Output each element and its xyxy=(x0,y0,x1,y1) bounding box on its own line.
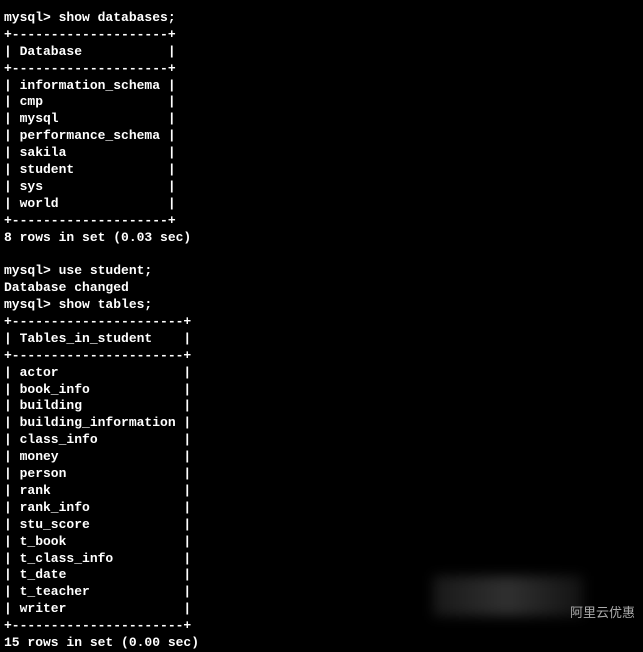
command-text: show tables; xyxy=(51,297,152,312)
mysql-prompt: mysql> xyxy=(4,10,51,25)
mysql-prompt: mysql> xyxy=(4,297,51,312)
table-row: | actor | xyxy=(4,365,639,382)
blank-line xyxy=(4,246,639,263)
terminal-output: mysql> show databases; +----------------… xyxy=(4,10,639,652)
table-row: | t_book | xyxy=(4,534,639,551)
table-border: +--------------------+ xyxy=(4,213,639,230)
table-border: +----------------------+ xyxy=(4,348,639,365)
table-header: | Database | xyxy=(4,44,639,61)
table-row: | money | xyxy=(4,449,639,466)
table-header: | Tables_in_student | xyxy=(4,331,639,348)
table-row: | rank | xyxy=(4,483,639,500)
table-row: | student | xyxy=(4,162,639,179)
table-row: | mysql | xyxy=(4,111,639,128)
table-row: | rank_info | xyxy=(4,500,639,517)
table-row: | cmp | xyxy=(4,94,639,111)
table-row: | building | xyxy=(4,398,639,415)
table-row: | sakila | xyxy=(4,145,639,162)
table-border: +--------------------+ xyxy=(4,61,639,78)
table-row: | book_info | xyxy=(4,382,639,399)
command-line-3: mysql> show tables; xyxy=(4,297,639,314)
table-row: | t_class_info | xyxy=(4,551,639,568)
table-row: | information_schema | xyxy=(4,78,639,95)
watermark-blur xyxy=(433,576,583,616)
watermark-text: 阿里云优惠 xyxy=(570,605,635,622)
mysql-prompt: mysql> xyxy=(4,263,51,278)
table-row: | person | xyxy=(4,466,639,483)
result-footer: 8 rows in set (0.03 sec) xyxy=(4,230,639,247)
table-border: +--------------------+ xyxy=(4,27,639,44)
command-line-1: mysql> show databases; xyxy=(4,10,639,27)
table-row: | world | xyxy=(4,196,639,213)
table-border: +----------------------+ xyxy=(4,618,639,635)
command-line-2: mysql> use student; xyxy=(4,263,639,280)
command-text: use student; xyxy=(51,263,152,278)
result-message: Database changed xyxy=(4,280,639,297)
table-row: | building_information | xyxy=(4,415,639,432)
table-border: +----------------------+ xyxy=(4,314,639,331)
result-footer: 15 rows in set (0.00 sec) xyxy=(4,635,639,652)
table-row: | sys | xyxy=(4,179,639,196)
table-row: | class_info | xyxy=(4,432,639,449)
table-row: | performance_schema | xyxy=(4,128,639,145)
command-text: show databases; xyxy=(51,10,176,25)
table-row: | stu_score | xyxy=(4,517,639,534)
